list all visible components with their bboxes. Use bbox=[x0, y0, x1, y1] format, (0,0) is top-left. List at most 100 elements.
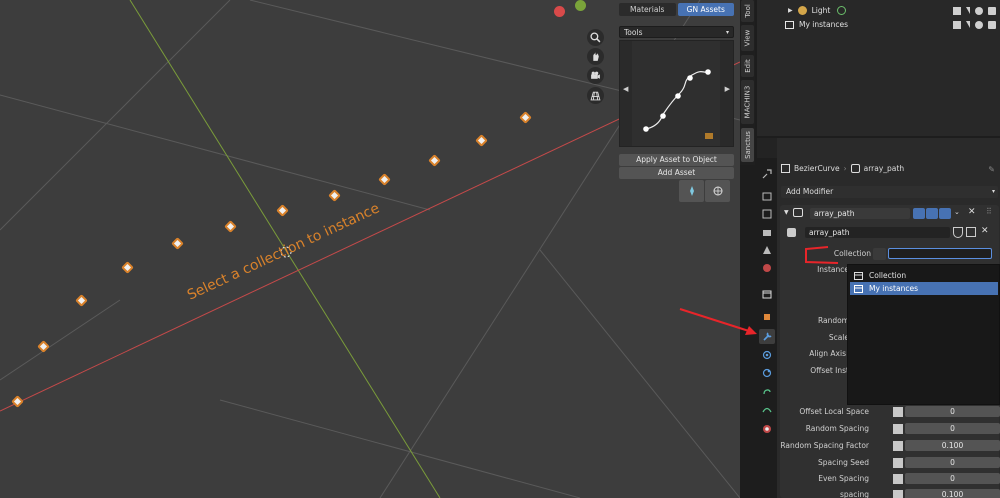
light-data-icon bbox=[837, 6, 847, 15]
input-toggle-icon[interactable] bbox=[893, 441, 903, 451]
shield-icon[interactable] bbox=[953, 227, 963, 238]
even-spacing-value[interactable]: 0 bbox=[905, 473, 1000, 484]
vtab-edit[interactable]: Edit bbox=[741, 55, 754, 77]
eye-icon[interactable] bbox=[975, 6, 983, 15]
add-modifier-dropdown[interactable]: Add Modifier ▾ bbox=[781, 186, 998, 198]
light-icon bbox=[797, 6, 807, 15]
input-toggle-icon[interactable] bbox=[893, 407, 903, 417]
vtab-tool-label: Tool bbox=[743, 4, 752, 18]
gizmo-y-axis[interactable] bbox=[575, 0, 586, 11]
edit-mode-icon[interactable] bbox=[913, 208, 925, 219]
spacing-value[interactable]: 0.100 bbox=[905, 489, 1000, 498]
input-toggle-icon[interactable] bbox=[893, 474, 903, 484]
asset-thumbnail[interactable] bbox=[632, 41, 720, 146]
pan-hand-icon[interactable] bbox=[587, 48, 604, 65]
physics-icon[interactable] bbox=[761, 367, 773, 379]
object-icon[interactable] bbox=[761, 311, 773, 323]
collection-tab-icon[interactable] bbox=[761, 288, 773, 300]
tab-gn-assets[interactable]: GN Assets bbox=[677, 3, 734, 16]
input-toggle-icon[interactable] bbox=[893, 458, 903, 468]
spacing-label: spacing bbox=[840, 490, 869, 498]
grid-ortho-icon[interactable] bbox=[587, 87, 604, 104]
add-asset-button[interactable]: Add Asset bbox=[619, 167, 734, 179]
breadcrumb-modifier: array_path bbox=[863, 163, 905, 173]
duplicate-icon[interactable] bbox=[966, 227, 976, 237]
align-axis-label: Align Axis bbox=[809, 349, 846, 358]
select-arrow-icon[interactable] bbox=[966, 7, 970, 14]
tool-icon[interactable] bbox=[761, 168, 773, 180]
gizmo-x-axis[interactable] bbox=[554, 6, 565, 17]
view-layer-icon[interactable] bbox=[761, 226, 773, 238]
data-icon[interactable] bbox=[761, 403, 773, 415]
zoom-icon[interactable] bbox=[587, 29, 604, 46]
modifier-name-field[interactable]: array_path bbox=[810, 208, 910, 219]
apply-asset-button[interactable]: Apply Asset to Object bbox=[619, 154, 734, 166]
outliner-row-light[interactable]: ▶ Light bbox=[757, 4, 1000, 17]
collection-field[interactable] bbox=[888, 248, 992, 259]
vtab-view[interactable]: View bbox=[741, 25, 754, 51]
prop-row-offset-local-space: Offset Local Space 0 bbox=[780, 406, 1000, 418]
material-icon[interactable] bbox=[761, 423, 773, 435]
menu-item-my-instances[interactable]: My instances bbox=[850, 282, 998, 295]
menu-item-collection[interactable]: Collection bbox=[850, 269, 998, 282]
collapse-arrow-icon[interactable]: ▼ bbox=[784, 209, 789, 216]
3d-viewport[interactable]: Select a collection to instance Material… bbox=[0, 0, 740, 498]
vtab-tool[interactable]: Tool bbox=[741, 0, 754, 22]
random-spacing-factor-value[interactable]: 0.100 bbox=[905, 440, 1000, 451]
category-dropdown-label: Tools bbox=[624, 27, 643, 37]
category-dropdown[interactable]: Tools ▾ bbox=[619, 26, 734, 38]
world-icon[interactable] bbox=[761, 262, 773, 274]
close-icon[interactable]: ✕ bbox=[968, 207, 976, 217]
vtab-sanctus[interactable]: Sanctus bbox=[741, 128, 754, 162]
unlink-close-icon[interactable]: ✕ bbox=[981, 226, 989, 236]
drag-handle-icon[interactable]: ⠿ bbox=[986, 207, 992, 216]
node-tree-icon[interactable] bbox=[787, 228, 796, 237]
random-spacing-factor-label: Random Spacing Factor bbox=[780, 441, 869, 450]
expand-arrow-icon[interactable]: ▶ bbox=[788, 7, 793, 14]
camera-render-icon[interactable] bbox=[988, 6, 996, 15]
eye-icon[interactable] bbox=[975, 20, 983, 29]
spacing-seed-value[interactable]: 0 bbox=[905, 457, 1000, 468]
select-arrow-icon[interactable] bbox=[966, 21, 970, 28]
vtab-machin3-label: MACHIN3 bbox=[743, 85, 752, 119]
vtab-machin3[interactable]: MACHIN3 bbox=[741, 80, 754, 124]
input-toggle-icon[interactable] bbox=[893, 490, 903, 498]
chevron-down-icon[interactable]: ⌄ bbox=[954, 208, 960, 216]
collection-picker-icon[interactable] bbox=[873, 248, 886, 260]
offset-local-space-value[interactable]: 0 bbox=[905, 406, 1000, 417]
random-spacing-value[interactable]: 0 bbox=[905, 423, 1000, 434]
outliner-row-my-instances[interactable]: My instances bbox=[757, 18, 1000, 31]
camera-icon[interactable] bbox=[587, 67, 604, 84]
next-arrow-icon[interactable]: ▶ bbox=[725, 85, 730, 93]
geometry-nodes-icon bbox=[793, 208, 803, 217]
checkbox-icon[interactable] bbox=[953, 6, 961, 15]
menu-item-label: Collection bbox=[869, 271, 907, 280]
node-group-field[interactable]: array_path bbox=[805, 227, 950, 238]
scale-label: Scale bbox=[828, 333, 849, 342]
render-camera-icon[interactable] bbox=[939, 208, 951, 219]
prop-row-random-spacing: Random Spacing 0 bbox=[780, 423, 1000, 435]
render-icon[interactable] bbox=[761, 190, 773, 202]
camera-render-icon[interactable] bbox=[988, 20, 996, 29]
offset-local-space-label: Offset Local Space bbox=[799, 407, 869, 416]
random-spacing-label: Random Spacing bbox=[805, 424, 869, 433]
prop-row-spacing-seed: Spacing Seed 0 bbox=[780, 457, 1000, 469]
outliner: ▶ Light My instances bbox=[757, 0, 1000, 36]
input-toggle-icon[interactable] bbox=[893, 424, 903, 434]
asset-move-icon[interactable] bbox=[679, 180, 704, 202]
pin-icon[interactable]: ✎ bbox=[988, 165, 995, 174]
output-icon[interactable] bbox=[761, 208, 773, 220]
random-label: Random bbox=[817, 316, 849, 325]
viewport-display-icon[interactable] bbox=[926, 208, 938, 219]
modifier-gear-icon bbox=[850, 163, 860, 173]
add-modifier-label: Add Modifier bbox=[786, 187, 834, 196]
scene-icon[interactable] bbox=[761, 244, 773, 256]
globe-icon[interactable] bbox=[705, 180, 730, 202]
collection-dropdown-menu: Collection My instances bbox=[847, 264, 1000, 405]
constraints-icon[interactable] bbox=[761, 385, 773, 397]
previous-arrow-icon[interactable]: ◀ bbox=[623, 85, 628, 93]
tab-materials[interactable]: Materials bbox=[619, 3, 676, 16]
wrench-icon[interactable] bbox=[759, 329, 775, 344]
checkbox-icon[interactable] bbox=[953, 20, 961, 29]
particles-icon[interactable] bbox=[761, 349, 773, 361]
